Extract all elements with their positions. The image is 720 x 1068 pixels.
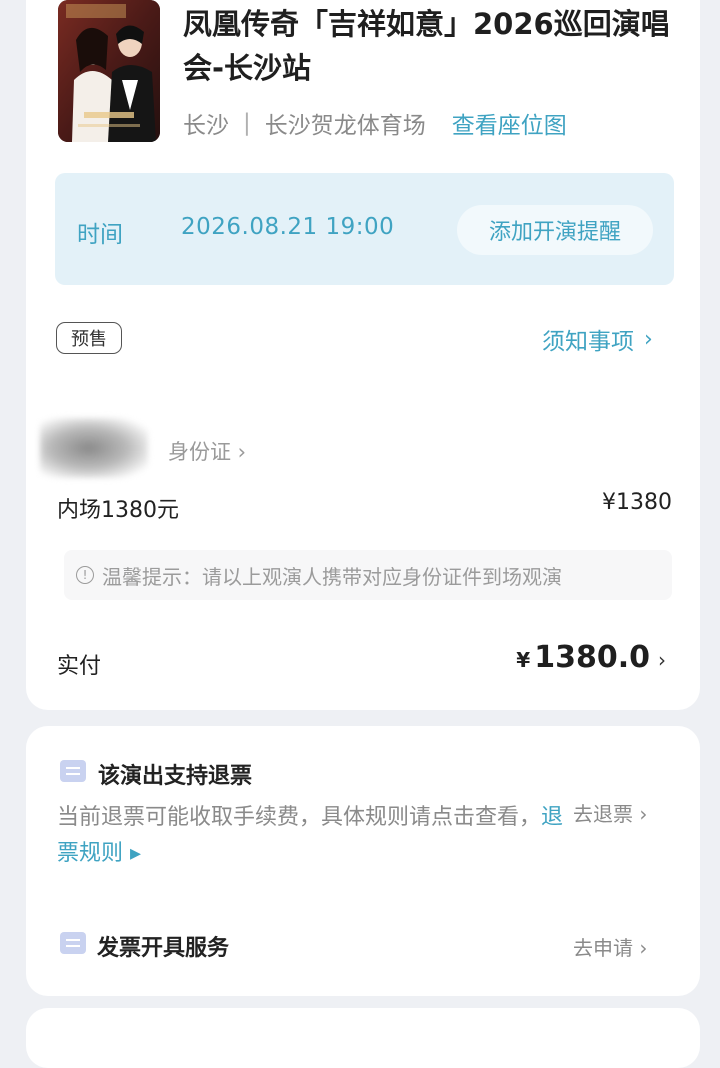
notice-link-label: 须知事项 xyxy=(542,329,634,355)
city-label: 长沙 xyxy=(183,113,229,139)
refund-description: 当前退票可能收取手续费，具体规则请点击查看，退票规则 ▸ xyxy=(57,800,567,872)
ticket-name: 内场1380元 xyxy=(57,498,179,523)
event-title: 凤凰传奇「吉祥如意」2026巡回演唱会-长沙站 xyxy=(183,7,670,85)
apply-invoice-link[interactable]: 去申请 › xyxy=(573,932,647,961)
paid-amount-value: 1380.0 xyxy=(534,640,650,675)
venue-label: 长沙贺龙体育场 xyxy=(264,113,426,139)
currency-symbol: ¥ xyxy=(516,648,531,672)
refund-description-text: 当前退票可能收取手续费，具体规则请点击查看， xyxy=(57,805,542,830)
refund-title: 该演出支持退票 xyxy=(98,764,253,789)
invoice-list-icon xyxy=(60,932,86,954)
warm-tip: ! 温馨提示：请以上观演人携带对应身份证件到场观演 xyxy=(64,550,672,600)
paid-label: 实付 xyxy=(57,654,102,679)
event-poster-image[interactable] xyxy=(58,0,160,142)
seat-map-link[interactable]: 查看座位图 xyxy=(452,106,567,140)
ticket-price: ¥1380 xyxy=(602,490,672,515)
paid-amount[interactable]: ¥ 1380.0 › xyxy=(516,640,666,675)
poster-artwork xyxy=(58,0,160,142)
separator: | xyxy=(243,110,251,136)
info-icon: ! xyxy=(76,566,94,584)
time-panel: 时间 2026.08.21 19:00 添加开演提醒 xyxy=(55,173,674,285)
presale-badge: 预售 xyxy=(56,322,122,354)
id-card-link[interactable]: 身份证 › xyxy=(168,436,246,466)
add-reminder-button[interactable]: 添加开演提醒 xyxy=(457,205,653,255)
chevron-right-icon: › xyxy=(644,326,653,352)
time-value: 2026.08.21 19:00 xyxy=(181,214,395,240)
venue-row: 长沙 | 长沙贺龙体育场 查看座位图 xyxy=(183,106,567,140)
next-card xyxy=(26,1008,700,1068)
invoice-title: 发票开具服务 xyxy=(97,936,230,961)
notice-link[interactable]: 须知事项 › xyxy=(542,322,653,356)
go-refund-link[interactable]: 去退票 › xyxy=(573,798,647,827)
warm-tip-text: 温馨提示：请以上观演人携带对应身份证件到场观演 xyxy=(102,564,562,589)
refund-list-icon xyxy=(60,760,86,782)
time-label: 时间 xyxy=(77,222,123,248)
blurred-viewer-name xyxy=(40,418,148,478)
chevron-right-icon: › xyxy=(658,648,666,672)
